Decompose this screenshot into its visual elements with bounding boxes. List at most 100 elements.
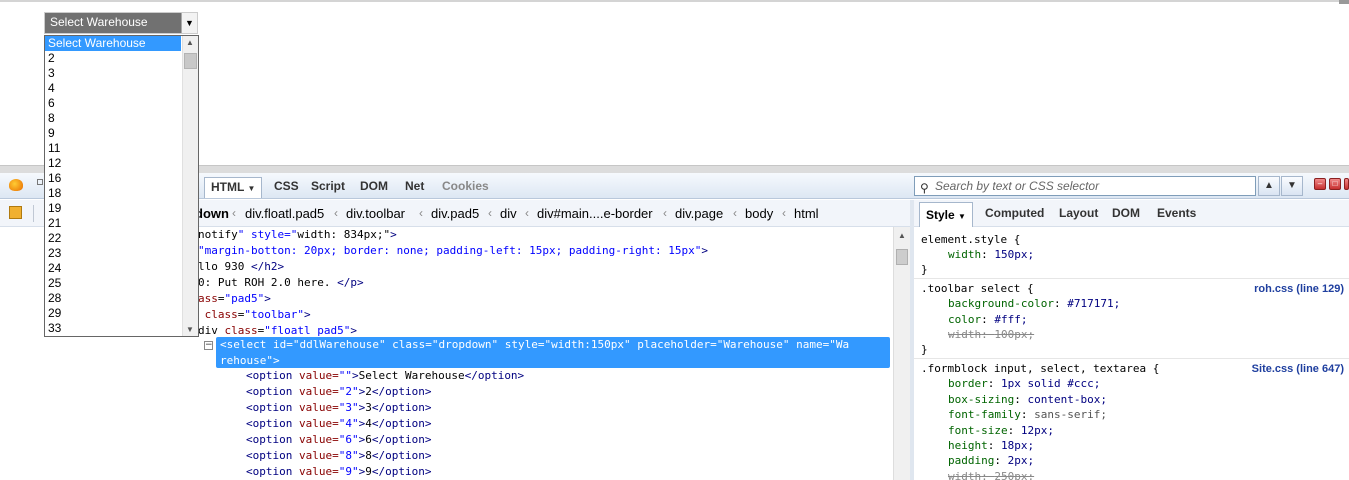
dropdown-option[interactable]: 16 (45, 171, 181, 186)
option-node[interactable]: <option value="9">9</option> (246, 464, 431, 480)
dropdown-option[interactable]: 23 (45, 246, 181, 261)
tab-side-dom[interactable]: DOM (1112, 206, 1140, 220)
breadcrumb-item[interactable]: div.floatl.pad5 (245, 206, 324, 221)
close-icon[interactable] (1344, 178, 1349, 190)
minimize-icon[interactable]: – (1314, 178, 1326, 190)
dropdown-option[interactable]: 18 (45, 186, 181, 201)
source-scroll-thumb[interactable] (896, 249, 908, 265)
tab-layout[interactable]: Layout (1059, 206, 1098, 220)
css-property[interactable]: box-sizing (948, 393, 1014, 406)
tab-html[interactable]: HTML ▼ (204, 177, 263, 198)
tab-cookies[interactable]: Cookies (442, 177, 489, 198)
option-node[interactable]: <option value="">Select Warehouse</optio… (246, 368, 524, 384)
dropdown-option[interactable]: Select Warehouse (45, 36, 181, 51)
dropdown-option[interactable]: 12 (45, 156, 181, 171)
css-property[interactable]: font-family (948, 408, 1021, 421)
css-property[interactable]: color (948, 313, 981, 326)
selected-node[interactable]: <select id="ddlWarehouse" class="dropdow… (216, 337, 890, 368)
search-next-button[interactable]: ▼ (1281, 176, 1303, 196)
dropdown-option[interactable]: 29 (45, 306, 181, 321)
dropdown-option[interactable]: 6 (45, 96, 181, 111)
chevron-down-icon[interactable]: ▼ (247, 184, 255, 193)
source-line[interactable]: llo 930 </h2> (198, 259, 284, 275)
source-line[interactable]: class="toolbar"> (198, 307, 311, 323)
source-line[interactable]: "margin-botton: 20px; border: none; padd… (198, 243, 708, 259)
dropdown-option[interactable]: 11 (45, 141, 181, 156)
tab-dom[interactable]: DOM (360, 177, 388, 198)
dropdown-option[interactable]: 33 (45, 321, 181, 336)
option-node[interactable]: <option value="2">2</option> (246, 384, 431, 400)
search-input[interactable]: ⚲ Search by text or CSS selector (914, 176, 1256, 196)
breadcrumb-item[interactable]: div.toolbar (346, 206, 405, 221)
css-property[interactable]: height (948, 439, 988, 452)
style-pane[interactable]: element.style { width: 150px; } .toolbar… (914, 227, 1349, 480)
dropdown-option[interactable]: 24 (45, 261, 181, 276)
dropdown-option[interactable]: 21 (45, 216, 181, 231)
css-property[interactable]: font-size (948, 424, 1008, 437)
scroll-up-icon[interactable]: ▲ (898, 231, 906, 240)
css-value[interactable]: 12px; (1021, 424, 1054, 437)
css-value[interactable]: sans-serif; (1034, 408, 1107, 421)
css-property[interactable]: width (948, 470, 981, 480)
source-line[interactable]: notify" style="width: 834px;"> (198, 227, 397, 243)
source-scrollbar[interactable]: ▲ (893, 227, 910, 480)
dropdown-scrollbar[interactable]: ▲ ▼ (182, 36, 198, 336)
css-value[interactable]: 100px; (994, 328, 1034, 341)
breadcrumb-item[interactable]: down (195, 206, 229, 221)
source-line[interactable]: 0: Put ROH 2.0 here. </p> (198, 275, 364, 291)
css-declaration[interactable]: font-family: sans-serif; (948, 407, 1107, 423)
dropdown-option[interactable]: 9 (45, 126, 181, 141)
firebug-icon[interactable] (9, 179, 23, 191)
breadcrumb-item[interactable]: html (794, 206, 819, 221)
css-selector[interactable]: element.style { (921, 232, 1020, 248)
dropdown-option[interactable]: 19 (45, 201, 181, 216)
css-value[interactable]: #717171; (1067, 297, 1120, 310)
css-property[interactable]: border (948, 377, 988, 390)
warehouse-select[interactable]: Select Warehouse ▼ (44, 12, 198, 34)
detach-icon[interactable] (37, 179, 43, 185)
css-value[interactable]: 18px; (1001, 439, 1034, 452)
tab-net[interactable]: Net (405, 177, 424, 198)
css-source-link[interactable]: Site.css (line 647) (1252, 363, 1344, 375)
css-declaration[interactable]: font-size: 12px; (948, 423, 1054, 439)
css-declaration[interactable]: color: #fff; (948, 312, 1028, 328)
tab-events[interactable]: Events (1157, 206, 1196, 220)
tab-css[interactable]: CSS (274, 177, 299, 198)
scroll-up-icon[interactable]: ▲ (186, 38, 194, 47)
css-property[interactable]: padding (948, 454, 994, 467)
dropdown-option[interactable]: 8 (45, 111, 181, 126)
dropdown-option[interactable]: 22 (45, 231, 181, 246)
chevron-down-icon[interactable]: ▼ (181, 13, 197, 33)
css-property[interactable]: width (948, 328, 981, 341)
firebug-splitter[interactable] (0, 165, 1349, 173)
breadcrumb-item[interactable]: div.pad5 (431, 206, 479, 221)
scroll-down-icon[interactable]: ▼ (186, 325, 194, 334)
tab-computed[interactable]: Computed (985, 206, 1044, 220)
dropdown-option[interactable]: 25 (45, 276, 181, 291)
tab-script[interactable]: Script (311, 177, 345, 198)
css-property[interactable]: width (948, 248, 981, 261)
css-declaration[interactable]: box-sizing: content-box; (948, 392, 1107, 408)
css-declaration-overridden[interactable]: width: 250px; (948, 469, 1034, 480)
css-value[interactable]: content-box; (1027, 393, 1106, 406)
breadcrumb-item[interactable]: div (500, 206, 517, 221)
css-declaration[interactable]: border: 1px solid #ccc; (948, 376, 1100, 392)
breadcrumb-item[interactable]: div.page (675, 206, 723, 221)
css-declaration[interactable]: width: 150px; (948, 247, 1034, 263)
search-prev-button[interactable]: ▲ (1258, 176, 1280, 196)
css-value[interactable]: #fff; (994, 313, 1027, 326)
dropdown-option[interactable]: 4 (45, 81, 181, 96)
css-value[interactable]: 150px; (994, 248, 1034, 261)
dropdown-option[interactable]: 2 (45, 51, 181, 66)
css-source-link[interactable]: roh.css (line 129) (1254, 283, 1344, 295)
css-declaration[interactable]: background-color: #717171; (948, 296, 1120, 312)
chevron-down-icon[interactable]: ▼ (958, 212, 966, 221)
css-property[interactable]: background-color (948, 297, 1054, 310)
tab-style[interactable]: Style ▼ (919, 202, 973, 227)
option-node[interactable]: <option value="3">3</option> (246, 400, 431, 416)
dropdown-option[interactable]: 28 (45, 291, 181, 306)
warehouse-dropdown-list[interactable]: Select Warehouse 2 3 4 6 8 9 11 12 16 18… (44, 35, 199, 337)
breadcrumb-item[interactable]: div#main....e-border (537, 206, 653, 221)
option-node[interactable]: <option value="4">4</option> (246, 416, 431, 432)
css-selector[interactable]: .formblock input, select, textarea { (921, 361, 1159, 377)
